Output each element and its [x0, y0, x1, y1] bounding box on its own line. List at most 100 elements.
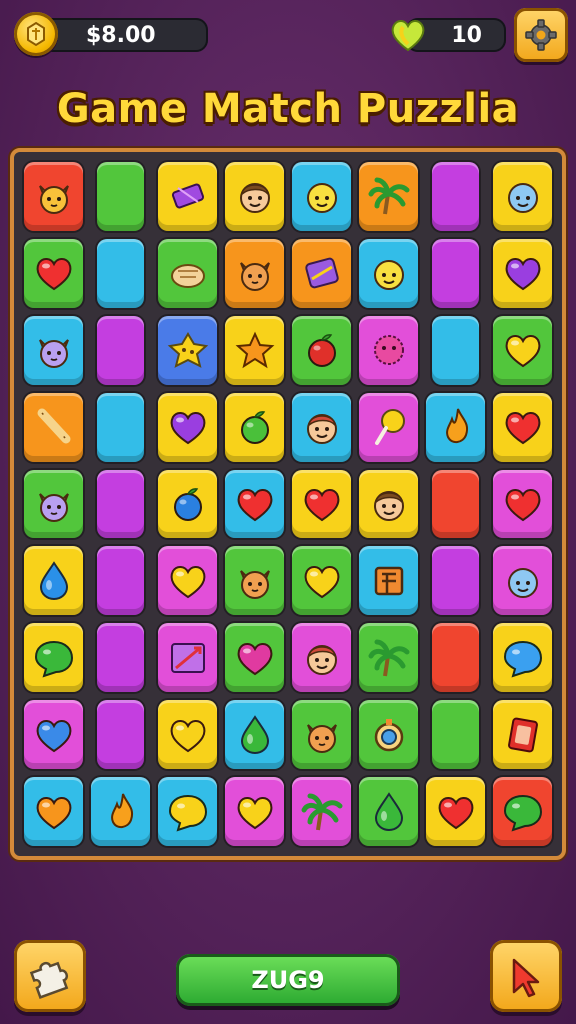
- girl-face-icon: [298, 634, 346, 682]
- coin-icon: [14, 12, 58, 56]
- tile[interactable]: [493, 777, 552, 846]
- star-orange-icon: [231, 326, 279, 374]
- main-action-button[interactable]: ZUG9: [176, 954, 400, 1006]
- tile[interactable]: [97, 392, 144, 462]
- candy-bar-icon: [164, 172, 212, 220]
- tile[interactable]: [292, 777, 351, 846]
- tile[interactable]: [432, 700, 479, 770]
- bubble-green-icon: [499, 788, 547, 836]
- tile[interactable]: [359, 162, 418, 231]
- tile[interactable]: [24, 623, 83, 693]
- tile[interactable]: [493, 315, 552, 385]
- heart-yellow-icon: [164, 557, 212, 605]
- tile[interactable]: [97, 469, 144, 539]
- tile[interactable]: [158, 546, 217, 616]
- tile[interactable]: [432, 238, 479, 308]
- tile[interactable]: [432, 162, 479, 231]
- heart-purple-icon: [499, 249, 547, 297]
- tile[interactable]: [225, 469, 284, 539]
- tile[interactable]: [359, 546, 418, 616]
- tile[interactable]: [493, 162, 552, 231]
- tile[interactable]: [225, 392, 284, 462]
- tile[interactable]: [292, 315, 351, 385]
- tile[interactable]: [24, 162, 83, 231]
- tile[interactable]: [24, 469, 83, 539]
- tile[interactable]: [24, 700, 83, 770]
- heart-yellow-icon: [231, 788, 279, 836]
- lives-counter: 10: [386, 12, 506, 56]
- tile[interactable]: [225, 700, 284, 770]
- tile[interactable]: [493, 623, 552, 693]
- tile[interactable]: [24, 392, 83, 462]
- tile[interactable]: [158, 162, 217, 231]
- tile[interactable]: [24, 238, 83, 308]
- tile[interactable]: [359, 623, 418, 693]
- tile[interactable]: [225, 238, 284, 308]
- heart-red-icon: [499, 480, 547, 528]
- tile[interactable]: [292, 392, 351, 462]
- tile[interactable]: [359, 777, 418, 846]
- tile[interactable]: [432, 546, 479, 616]
- tile[interactable]: [292, 546, 351, 616]
- tile[interactable]: [493, 238, 552, 308]
- tile[interactable]: [292, 623, 351, 693]
- tile[interactable]: [225, 162, 284, 231]
- tile[interactable]: [493, 469, 552, 539]
- tile[interactable]: [493, 392, 552, 462]
- heart-yellow-icon: [499, 326, 547, 374]
- lives-amount: 10: [451, 22, 482, 48]
- tile[interactable]: [24, 546, 83, 616]
- tile[interactable]: [158, 315, 217, 385]
- tile[interactable]: [91, 777, 150, 846]
- tile[interactable]: [292, 700, 351, 770]
- puzzle-piece-icon: [29, 961, 69, 999]
- bread-icon: [164, 249, 212, 297]
- settings-button[interactable]: [514, 8, 568, 62]
- tile[interactable]: [359, 469, 418, 539]
- tile[interactable]: [225, 623, 284, 693]
- hint-button[interactable]: [490, 940, 562, 1012]
- tile[interactable]: [97, 162, 144, 231]
- tile[interactable]: [225, 546, 284, 616]
- tile[interactable]: [426, 777, 485, 846]
- tile[interactable]: [432, 315, 479, 385]
- tile[interactable]: [359, 238, 418, 308]
- tile[interactable]: [158, 392, 217, 462]
- tile[interactable]: [97, 700, 144, 770]
- tile[interactable]: [158, 623, 217, 693]
- tile[interactable]: [97, 623, 144, 693]
- tile[interactable]: [292, 469, 351, 539]
- apple-green-icon: [231, 403, 279, 451]
- tile[interactable]: [24, 315, 83, 385]
- tile[interactable]: [158, 469, 217, 539]
- heart-purple-icon: [164, 403, 212, 451]
- fox-face-icon: [231, 249, 279, 297]
- tile[interactable]: [97, 315, 144, 385]
- tile[interactable]: [493, 546, 552, 616]
- drop-green-icon: [365, 788, 413, 836]
- tile[interactable]: [158, 777, 217, 846]
- tile[interactable]: [24, 777, 83, 846]
- tile[interactable]: [292, 162, 351, 231]
- purple-cat-icon: [30, 480, 78, 528]
- heart-yellow-icon: [164, 711, 212, 759]
- tile[interactable]: [359, 315, 418, 385]
- tile[interactable]: [359, 392, 418, 462]
- tile[interactable]: [426, 392, 485, 462]
- bubble-yellow-icon: [164, 788, 212, 836]
- tile[interactable]: [158, 238, 217, 308]
- tile[interactable]: [225, 315, 284, 385]
- tile[interactable]: [359, 700, 418, 770]
- tile[interactable]: [97, 238, 144, 308]
- tile[interactable]: [97, 546, 144, 616]
- apple-red-icon: [298, 326, 346, 374]
- shuffle-button[interactable]: [14, 940, 86, 1012]
- card-red-icon: [499, 711, 547, 759]
- tile[interactable]: [493, 700, 552, 770]
- tile[interactable]: [292, 238, 351, 308]
- map-icon: [164, 634, 212, 682]
- tile[interactable]: [432, 623, 479, 693]
- tile[interactable]: [225, 777, 284, 846]
- tile[interactable]: [432, 469, 479, 539]
- tile[interactable]: [158, 700, 217, 770]
